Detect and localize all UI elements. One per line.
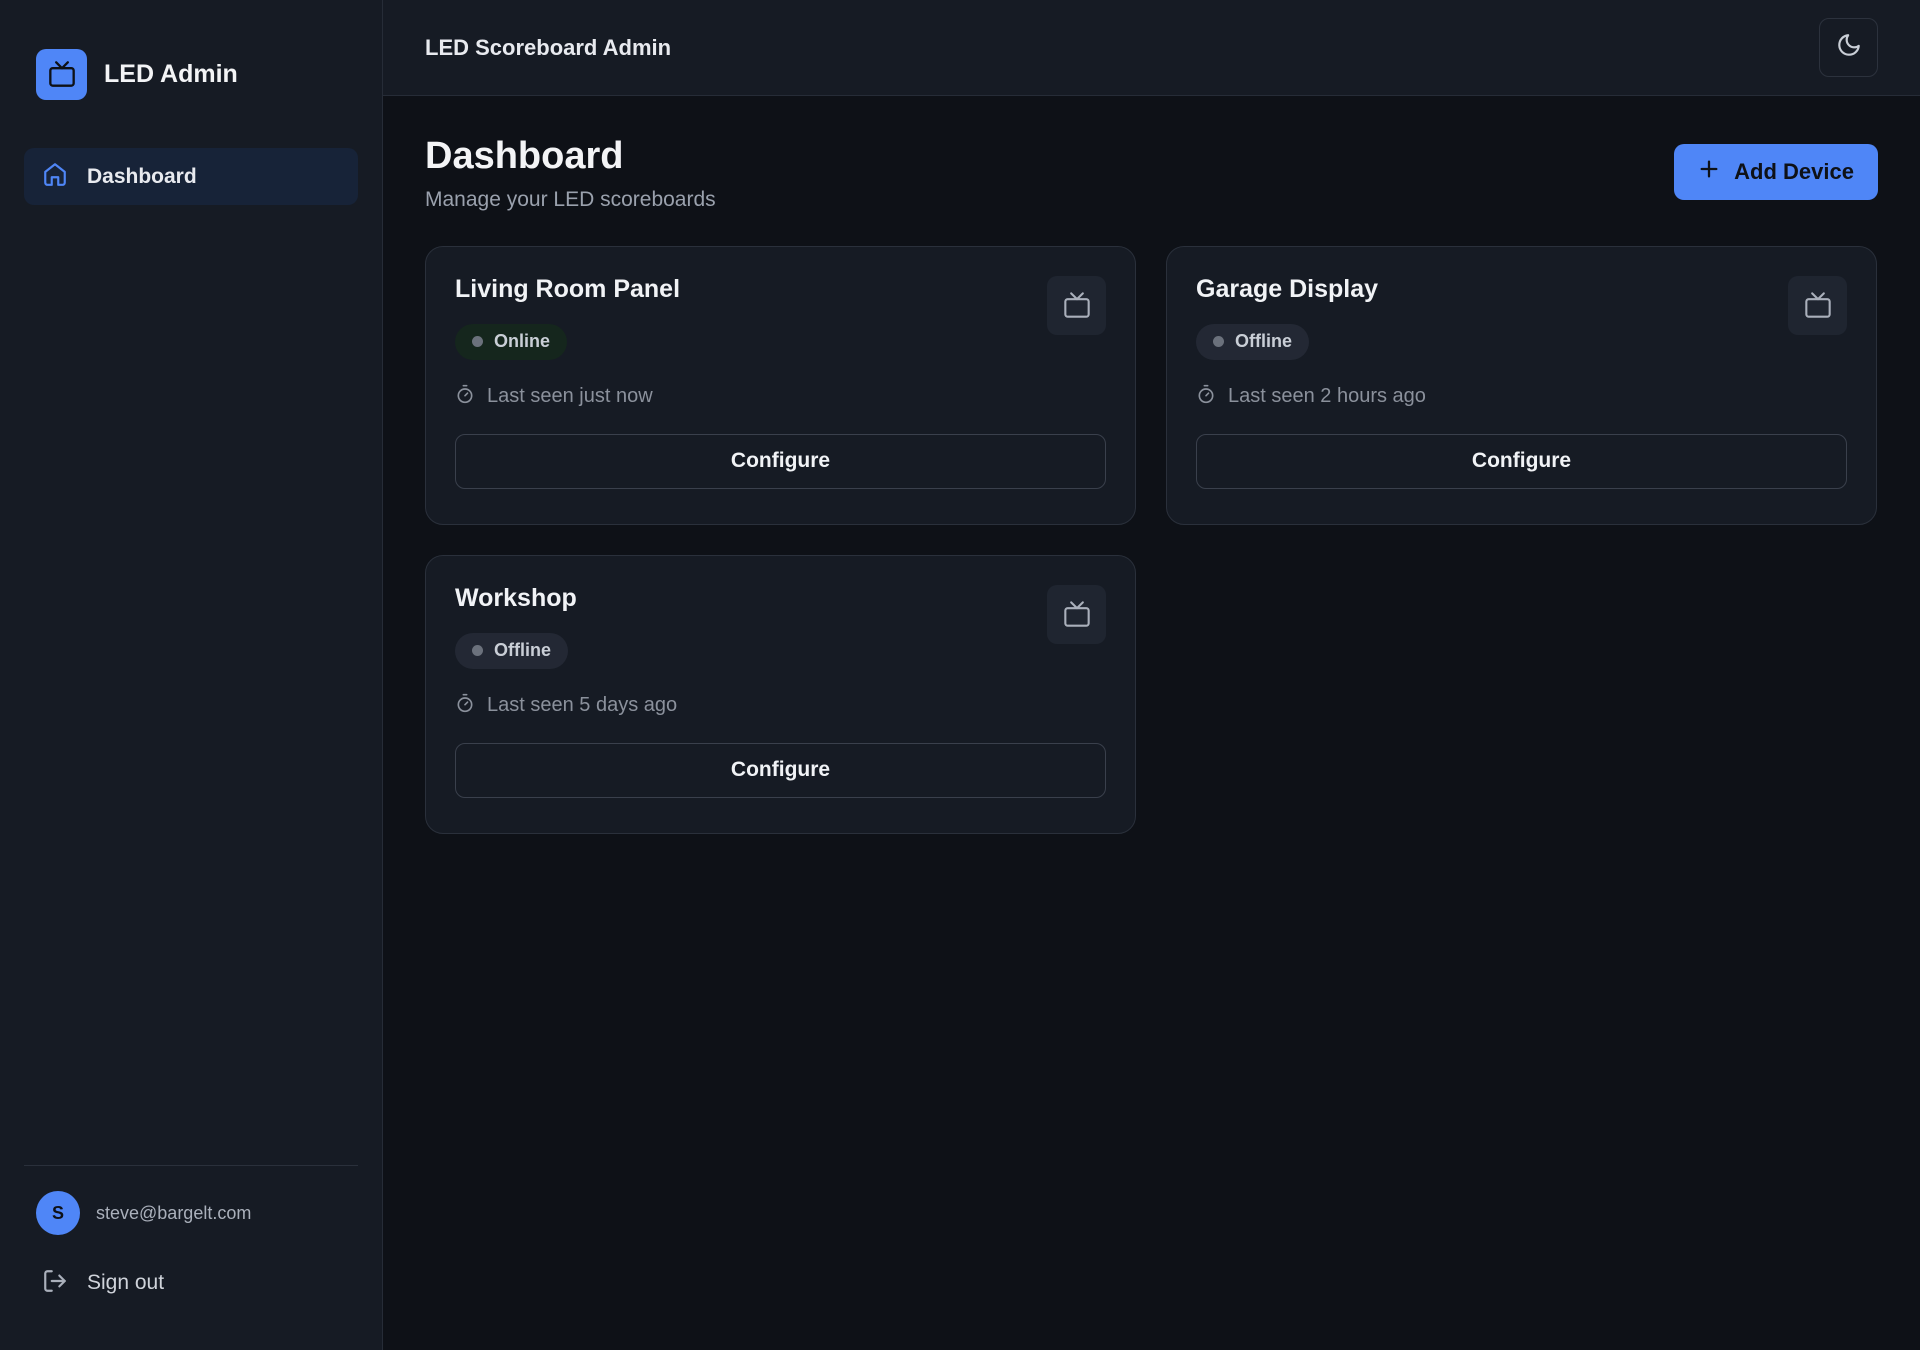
last-seen: Last seen 2 hours ago (1196, 384, 1847, 410)
sign-out-button[interactable]: Sign out (24, 1260, 358, 1306)
last-seen-label: Last seen just now (487, 385, 653, 408)
page-subtitle: Manage your LED scoreboards (425, 187, 716, 211)
tv-icon (1047, 275, 1106, 335)
tv-icon (1047, 584, 1106, 644)
avatar: S (36, 1191, 80, 1235)
configure-button[interactable]: Configure (1196, 433, 1847, 489)
configure-button[interactable]: Configure (455, 433, 1106, 489)
home-icon (42, 161, 68, 192)
last-seen-label: Last seen 2 hours ago (1228, 385, 1426, 408)
timer-icon (455, 384, 475, 410)
brand-name: LED Admin (104, 59, 238, 88)
topbar-title: LED Scoreboard Admin (425, 34, 672, 60)
sidebar: LED Admin Dashboard S steve@bargelt.com (0, 0, 383, 1350)
user-info: S steve@bargelt.com (24, 1190, 358, 1236)
sidebar-item-label: Dashboard (87, 164, 197, 188)
status-dot (472, 336, 483, 348)
add-device-label: Add Device (1734, 159, 1854, 184)
last-seen-label: Last seen 5 days ago (487, 694, 678, 717)
device-name: Workshop (455, 583, 577, 612)
status-label: Offline (494, 640, 551, 661)
status-label: Offline (1235, 331, 1292, 352)
device-name: Living Room Panel (455, 274, 681, 303)
sidebar-footer: S steve@bargelt.com Sign out (24, 1165, 358, 1350)
add-device-button[interactable]: Add Device (1674, 144, 1878, 200)
device-card: Workshop Offline Last seen 5 days ago Co… (425, 554, 1136, 834)
device-card: Living Room Panel Online Last seen just … (425, 245, 1136, 525)
plus-icon (1698, 158, 1720, 186)
tv-icon (1788, 275, 1847, 335)
page-header: Dashboard Manage your LED scoreboards Ad… (425, 135, 1878, 212)
device-name: Garage Display (1196, 274, 1379, 303)
last-seen: Last seen just now (455, 384, 1106, 410)
app-root: LED Admin Dashboard S steve@bargelt.com (0, 0, 1920, 1350)
sign-out-label: Sign out (87, 1271, 165, 1294)
status-badge: Online (455, 323, 568, 360)
device-card: Garage Display Offline Last seen 2 hours… (1166, 245, 1877, 525)
content: Dashboard Manage your LED scoreboards Ad… (383, 96, 1920, 874)
moon-icon (1836, 32, 1862, 63)
status-dot (1213, 336, 1224, 348)
last-seen: Last seen 5 days ago (455, 693, 1106, 719)
status-badge: Offline (455, 632, 568, 669)
user-email: steve@bargelt.com (96, 1202, 252, 1223)
status-label: Online (494, 331, 551, 352)
sidebar-item-dashboard[interactable]: Dashboard (24, 148, 358, 205)
topbar: LED Scoreboard Admin (383, 0, 1920, 96)
main: LED Scoreboard Admin Dashboard Manage yo… (383, 0, 1920, 1350)
configure-button[interactable]: Configure (455, 742, 1106, 798)
status-badge: Offline (1196, 323, 1309, 360)
timer-icon (1196, 384, 1216, 410)
tv-icon (36, 48, 87, 100)
status-dot (472, 645, 483, 657)
page-title: Dashboard (425, 135, 624, 177)
theme-toggle-button[interactable] (1819, 18, 1878, 77)
device-grid: Living Room Panel Online Last seen just … (425, 245, 1878, 834)
log-out-icon (42, 1268, 68, 1299)
brand[interactable]: LED Admin (24, 0, 358, 148)
timer-icon (455, 693, 475, 719)
